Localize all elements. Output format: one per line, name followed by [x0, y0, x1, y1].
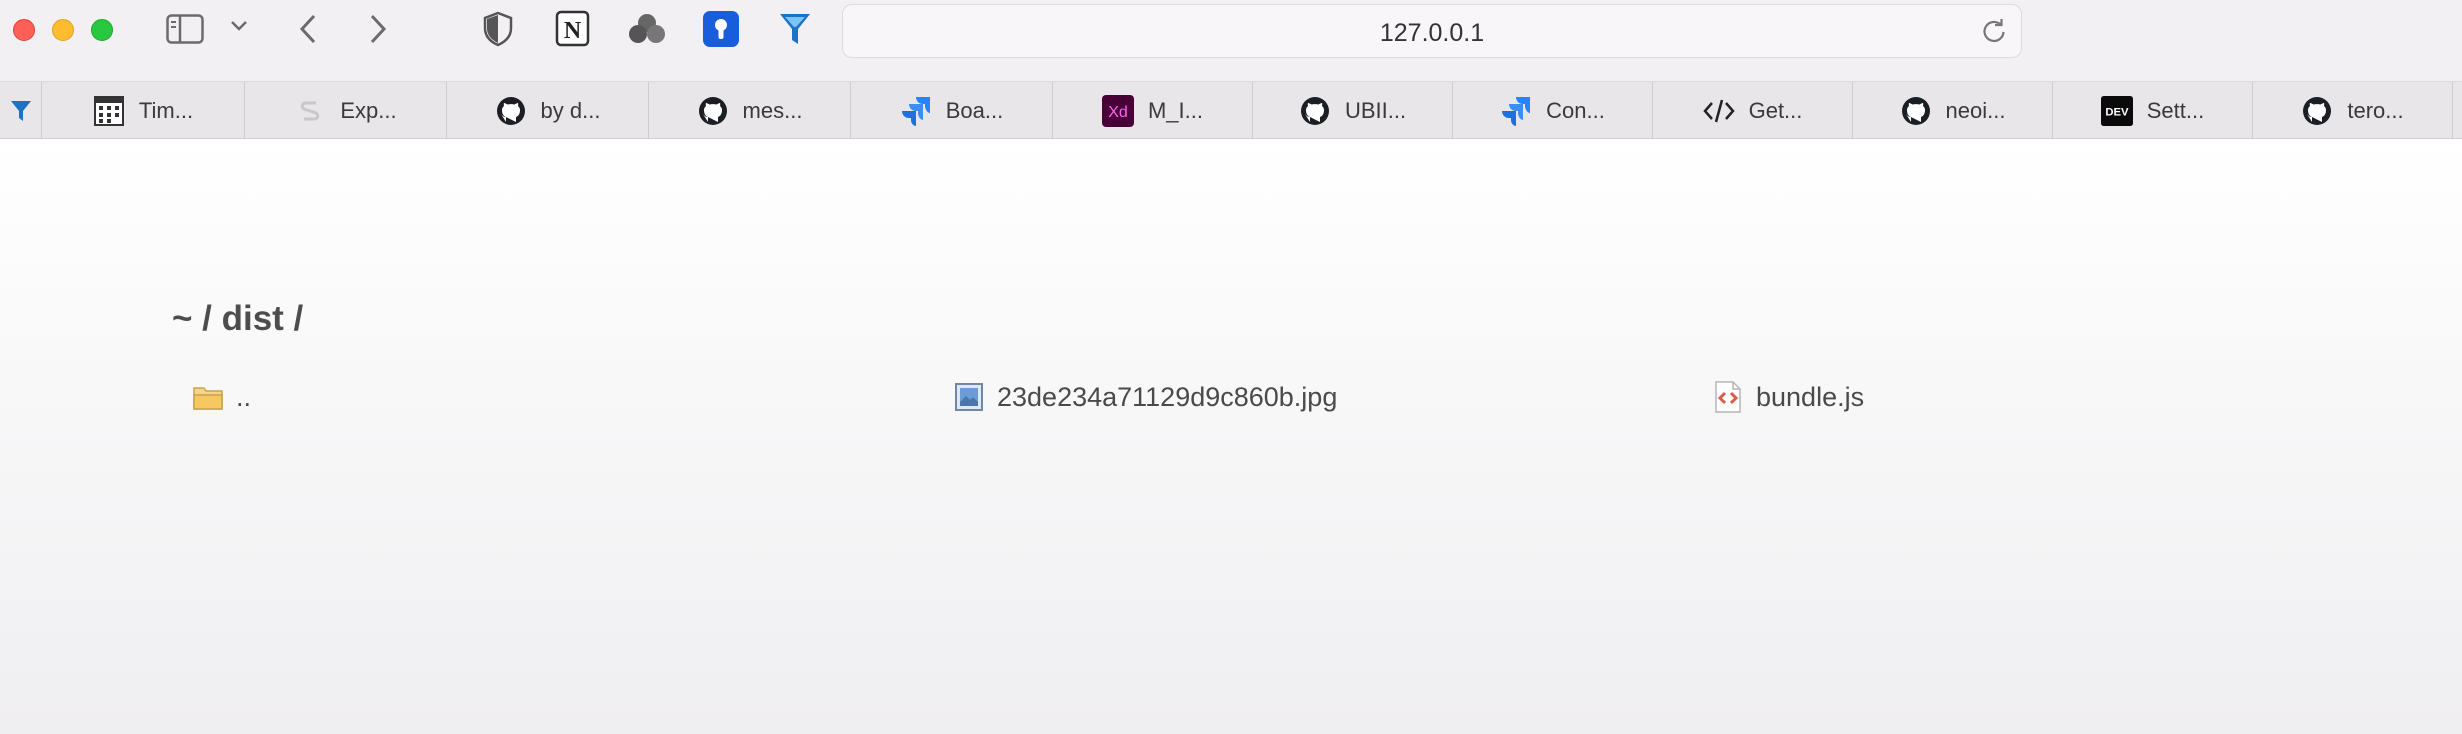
tab-label: Sett...	[2146, 97, 2205, 123]
breadcrumb: ~ / dist /	[172, 299, 304, 338]
adobe-xd-icon: Xd	[1101, 94, 1134, 127]
file-entry-parent[interactable]: ..	[192, 381, 251, 413]
sync-icon	[294, 95, 326, 127]
github-icon	[697, 95, 729, 127]
file-entry-image[interactable]: 23de234a71129d9c860b.jpg	[953, 381, 1337, 413]
tab-10[interactable]: neoi...	[1853, 82, 2053, 139]
tab-3[interactable]: by d...	[447, 82, 649, 139]
tab-bar: Tim... Exp... by d... mes... Boa... Xd M…	[0, 82, 2462, 139]
notion-icon[interactable]: N	[555, 10, 591, 48]
tab-6[interactable]: Xd M_I...	[1053, 82, 1253, 139]
minimize-window-button[interactable]	[52, 19, 74, 41]
tab-8[interactable]: Con...	[1453, 82, 1653, 139]
address-bar[interactable]: 127.0.0.1	[842, 4, 2022, 58]
tab-label: Get...	[1748, 97, 1803, 123]
url-text[interactable]: 127.0.0.1	[843, 19, 2021, 48]
tab-label: Con...	[1546, 97, 1605, 123]
file-entry-script[interactable]: bundle.js	[1712, 381, 1864, 413]
sidebar-icon[interactable]	[166, 14, 204, 44]
tab-4[interactable]: mes...	[649, 82, 851, 139]
chevron-down-icon[interactable]	[230, 20, 248, 32]
file-name[interactable]: bundle.js	[1756, 382, 1864, 413]
tab-label: mes...	[742, 97, 803, 123]
svg-text:Xd: Xd	[1108, 104, 1128, 121]
tab-2[interactable]: Exp...	[245, 82, 447, 139]
password-keyhole-icon[interactable]	[702, 10, 740, 48]
back-icon[interactable]	[296, 14, 320, 44]
page-content: ~ / dist / .. 23de234a71129d9c860b.jpg b…	[0, 139, 2462, 734]
github-icon	[1900, 95, 1932, 127]
jira-icon	[900, 95, 932, 127]
funnel-icon[interactable]	[778, 11, 812, 47]
funnel-icon	[5, 95, 37, 127]
folder-icon	[192, 381, 224, 413]
github-icon	[2301, 95, 2333, 127]
close-window-button[interactable]	[13, 19, 35, 41]
browser-toolbar: N 127.0.0.1	[0, 0, 2462, 82]
reload-icon[interactable]	[1981, 19, 2007, 50]
tab-label: Tim...	[138, 97, 194, 123]
tab-label: neoi...	[1945, 97, 2006, 123]
tab-label: tero...	[2347, 97, 2404, 123]
svg-text:DEV: DEV	[2105, 106, 2129, 118]
github-icon	[495, 95, 527, 127]
tab-label: M_I...	[1147, 97, 1203, 123]
maximize-window-button[interactable]	[91, 19, 113, 41]
image-file-icon	[953, 381, 985, 413]
dev-icon: DEV	[2100, 95, 2133, 127]
tab-9[interactable]: Get...	[1653, 82, 1853, 139]
tab-label: by d...	[540, 97, 601, 123]
tab-label: Boa...	[945, 97, 1004, 123]
forward-icon[interactable]	[366, 14, 390, 44]
clover-icon[interactable]	[627, 12, 667, 46]
tab-label: UBII...	[1344, 97, 1407, 123]
script-file-icon	[1712, 381, 1744, 413]
tab-0[interactable]	[0, 82, 42, 139]
tab-1[interactable]: Tim...	[42, 82, 245, 139]
tab-12[interactable]: tero...	[2253, 82, 2453, 139]
code-icon	[1702, 95, 1735, 127]
calendar-grid-icon	[93, 95, 125, 127]
tab-5[interactable]: Boa...	[851, 82, 1053, 139]
tab-11[interactable]: DEV Sett...	[2053, 82, 2253, 139]
tab-7[interactable]: UBII...	[1253, 82, 1453, 139]
svg-text:N: N	[564, 18, 582, 44]
file-name[interactable]: ..	[236, 382, 251, 413]
tab-label: Exp...	[340, 97, 397, 123]
jira-icon	[1500, 95, 1532, 127]
file-name[interactable]: 23de234a71129d9c860b.jpg	[997, 382, 1337, 413]
github-icon	[1299, 95, 1331, 127]
shield-icon[interactable]	[482, 11, 514, 47]
